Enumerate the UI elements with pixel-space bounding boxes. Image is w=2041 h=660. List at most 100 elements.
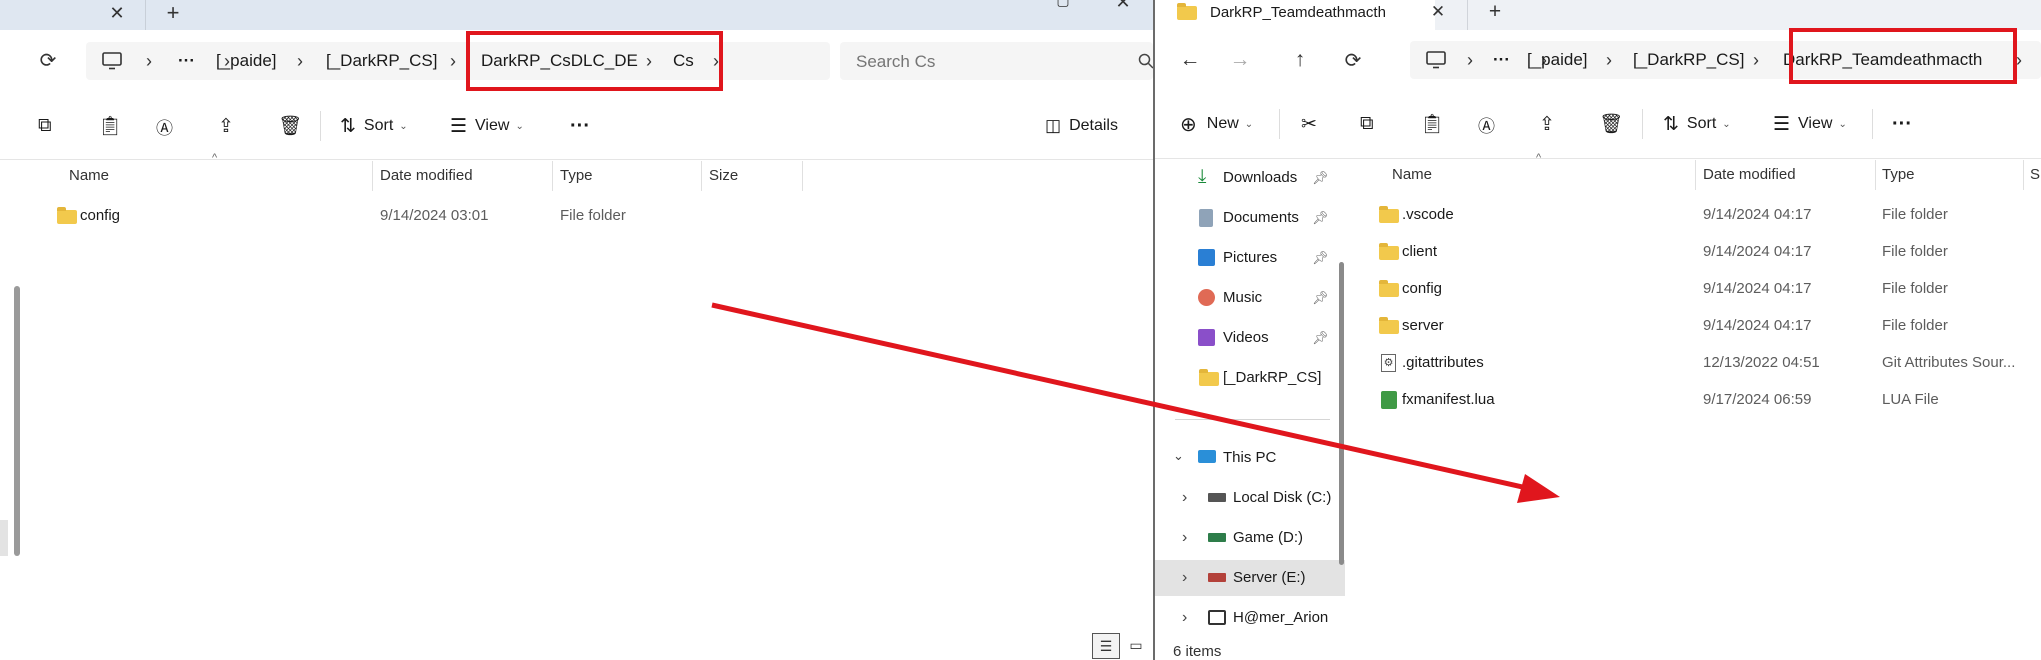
- col-divider: [2023, 160, 2024, 190]
- nav-item-downloads[interactable]: ⤓ Downloads 📌︎: [1155, 160, 1345, 196]
- refresh-icon[interactable]: ⟳: [1338, 46, 1368, 74]
- file-row-fxmanifest[interactable]: fxmanifest.lua 9/17/2024 06:59 LUA File: [1155, 383, 2041, 417]
- delete-icon[interactable]: 🗑︎: [1599, 109, 1623, 139]
- nav-selected-item: [0, 520, 8, 556]
- col-divider: [701, 161, 702, 191]
- file-date: 9/14/2024 03:01: [380, 207, 489, 224]
- close-window-icon[interactable]: ✕: [1110, 0, 1136, 12]
- folder-icon: [1379, 317, 1399, 334]
- col-header-size[interactable]: Size: [709, 161, 738, 191]
- details-pane-button[interactable]: ◫ Details: [1045, 111, 1118, 141]
- chevron-right-icon: ›: [450, 51, 456, 71]
- folder-icon: [1379, 206, 1399, 223]
- folder-icon: [1379, 280, 1399, 297]
- col-header-name[interactable]: Name: [69, 161, 109, 191]
- crumb-paide[interactable]: [_paide]: [1527, 41, 1588, 79]
- folder-icon: [1379, 243, 1399, 260]
- view-icon: ☰: [450, 115, 468, 137]
- nav-label: Game (D:): [1233, 529, 1304, 546]
- col-header-type[interactable]: Type: [1882, 160, 1915, 190]
- file-row-config[interactable]: config 9/14/2024 03:01 File folder: [0, 199, 1153, 233]
- crumb-darkrp-cs[interactable]: [_DarkRP_CS]: [326, 42, 437, 80]
- delete-icon[interactable]: 🗑︎: [278, 111, 302, 141]
- file-row-client[interactable]: client 9/14/2024 04:17 File folder: [1155, 235, 2041, 269]
- file-type: File folder: [1882, 317, 1948, 334]
- col-divider: [552, 161, 553, 191]
- close-tab-icon[interactable]: ✕: [104, 0, 130, 26]
- paste-icon[interactable]: 📋︎: [1420, 109, 1444, 139]
- up-arrow-icon[interactable]: ↑: [1285, 46, 1315, 74]
- sort-button[interactable]: ⇅ Sort ⌄: [1663, 109, 1731, 139]
- file-date: 9/14/2024 04:17: [1703, 280, 1812, 297]
- refresh-icon[interactable]: ⟳: [34, 46, 62, 74]
- more-options-button[interactable]: ···: [570, 111, 590, 141]
- file-type: File folder: [560, 207, 626, 224]
- plus-circle-icon: ⊕: [1180, 113, 1197, 136]
- sort-button[interactable]: ⇅ Sort ⌄: [340, 111, 408, 141]
- nav-item-local-disk-c[interactable]: › Local Disk (C:): [1155, 480, 1345, 516]
- nav-item-homer-arion[interactable]: › H@mer_Arion: [1155, 600, 1345, 636]
- address-ellipsis[interactable]: ···: [1493, 41, 1510, 79]
- address-ellipsis[interactable]: ···: [178, 42, 195, 80]
- search-input[interactable]: [854, 50, 1128, 74]
- copy-icon[interactable]: ⧉: [38, 111, 52, 141]
- col-header-date[interactable]: Date modified: [1703, 160, 1796, 190]
- file-row-gitattributes[interactable]: ⚙ .gitattributes 12/13/2022 04:51 Git At…: [1155, 346, 2041, 380]
- new-tab-plus-icon[interactable]: +: [160, 0, 186, 26]
- file-row-server[interactable]: server 9/14/2024 04:17 File folder: [1155, 309, 2041, 343]
- col-header-date[interactable]: Date modified: [380, 161, 473, 191]
- paste-icon[interactable]: 📋︎: [98, 111, 122, 141]
- file-row-config[interactable]: config 9/14/2024 04:17 File folder: [1155, 272, 2041, 306]
- sort-icon: ⇅: [1663, 113, 1679, 135]
- left-tab-bar: ✕ + ▢ ✕: [0, 0, 1153, 30]
- crumb-darkrp-cs[interactable]: [_DarkRP_CS]: [1633, 41, 1744, 79]
- right-tab-bar: DarkRP_Teamdeathmacth ✕ +: [1155, 0, 2041, 30]
- file-name: server: [1402, 317, 1444, 334]
- view-button[interactable]: ☰ View ⌄: [450, 111, 524, 141]
- right-explorer-window: DarkRP_Teamdeathmacth ✕ + ← → ↑ ⟳ › ··· …: [1155, 0, 2041, 660]
- forward-arrow-icon[interactable]: →: [1225, 46, 1255, 74]
- this-pc-icon: [1198, 450, 1216, 463]
- back-arrow-icon[interactable]: ←: [1175, 46, 1205, 74]
- maximize-icon[interactable]: ▢: [1050, 0, 1076, 10]
- highlight-box-left-path: [466, 31, 723, 91]
- rename-icon[interactable]: Ⓐ: [1478, 109, 1495, 139]
- col-header-name[interactable]: Name: [1392, 160, 1432, 190]
- col-header-size[interactable]: S: [2030, 160, 2040, 190]
- details-pane-icon: ◫: [1045, 116, 1062, 135]
- col-header-type[interactable]: Type: [560, 161, 593, 191]
- nav-label: H@mer_Arion: [1233, 609, 1329, 626]
- download-icon: ⤓: [1198, 166, 1207, 187]
- toolbar-divider: [320, 111, 321, 141]
- rename-icon[interactable]: Ⓐ: [156, 111, 173, 141]
- close-tab-icon[interactable]: ✕: [1425, 0, 1451, 24]
- sort-arrow-icon: ^: [1536, 152, 1542, 164]
- nav-label: This PC: [1223, 449, 1277, 466]
- share-icon[interactable]: ⇪: [1539, 109, 1555, 139]
- new-button[interactable]: ⊕ New ⌄: [1180, 109, 1253, 139]
- file-row-vscode[interactable]: .vscode 9/14/2024 04:17 File folder: [1155, 198, 2041, 232]
- details-view-toggle-icon[interactable]: ☰: [1092, 633, 1120, 659]
- nav-item-this-pc[interactable]: ⌄ This PC: [1155, 440, 1345, 476]
- file-date: 9/17/2024 06:59: [1703, 391, 1812, 408]
- tab-divider: [145, 0, 146, 30]
- nav-scrollbar-thumb[interactable]: [14, 286, 20, 556]
- search-box[interactable]: [840, 42, 1153, 80]
- more-options-button[interactable]: ···: [1892, 109, 1912, 139]
- nav-item-game-d[interactable]: › Game (D:): [1155, 520, 1345, 556]
- folder-icon: [57, 207, 77, 224]
- chevron-down-icon: ⌄: [1838, 118, 1847, 130]
- share-icon[interactable]: ⇪: [218, 111, 234, 141]
- pin-icon: 📌︎: [1312, 170, 1329, 185]
- crumb-paide[interactable]: [_paide]: [216, 42, 277, 80]
- file-name: config: [1402, 280, 1443, 297]
- view-button[interactable]: ☰ View ⌄: [1773, 109, 1847, 139]
- file-name: .vscode: [1402, 206, 1454, 223]
- tiles-view-toggle-icon[interactable]: ▭: [1124, 633, 1148, 657]
- copy-icon[interactable]: ⧉: [1360, 109, 1374, 139]
- new-tab-plus-icon[interactable]: +: [1482, 0, 1508, 24]
- active-tab[interactable]: DarkRP_Teamdeathmacth ✕: [1155, 0, 1445, 30]
- chevron-right-icon: ›: [1182, 489, 1188, 506]
- cut-icon[interactable]: ✂: [1301, 109, 1317, 139]
- nav-item-server-e[interactable]: › Server (E:): [1155, 560, 1345, 596]
